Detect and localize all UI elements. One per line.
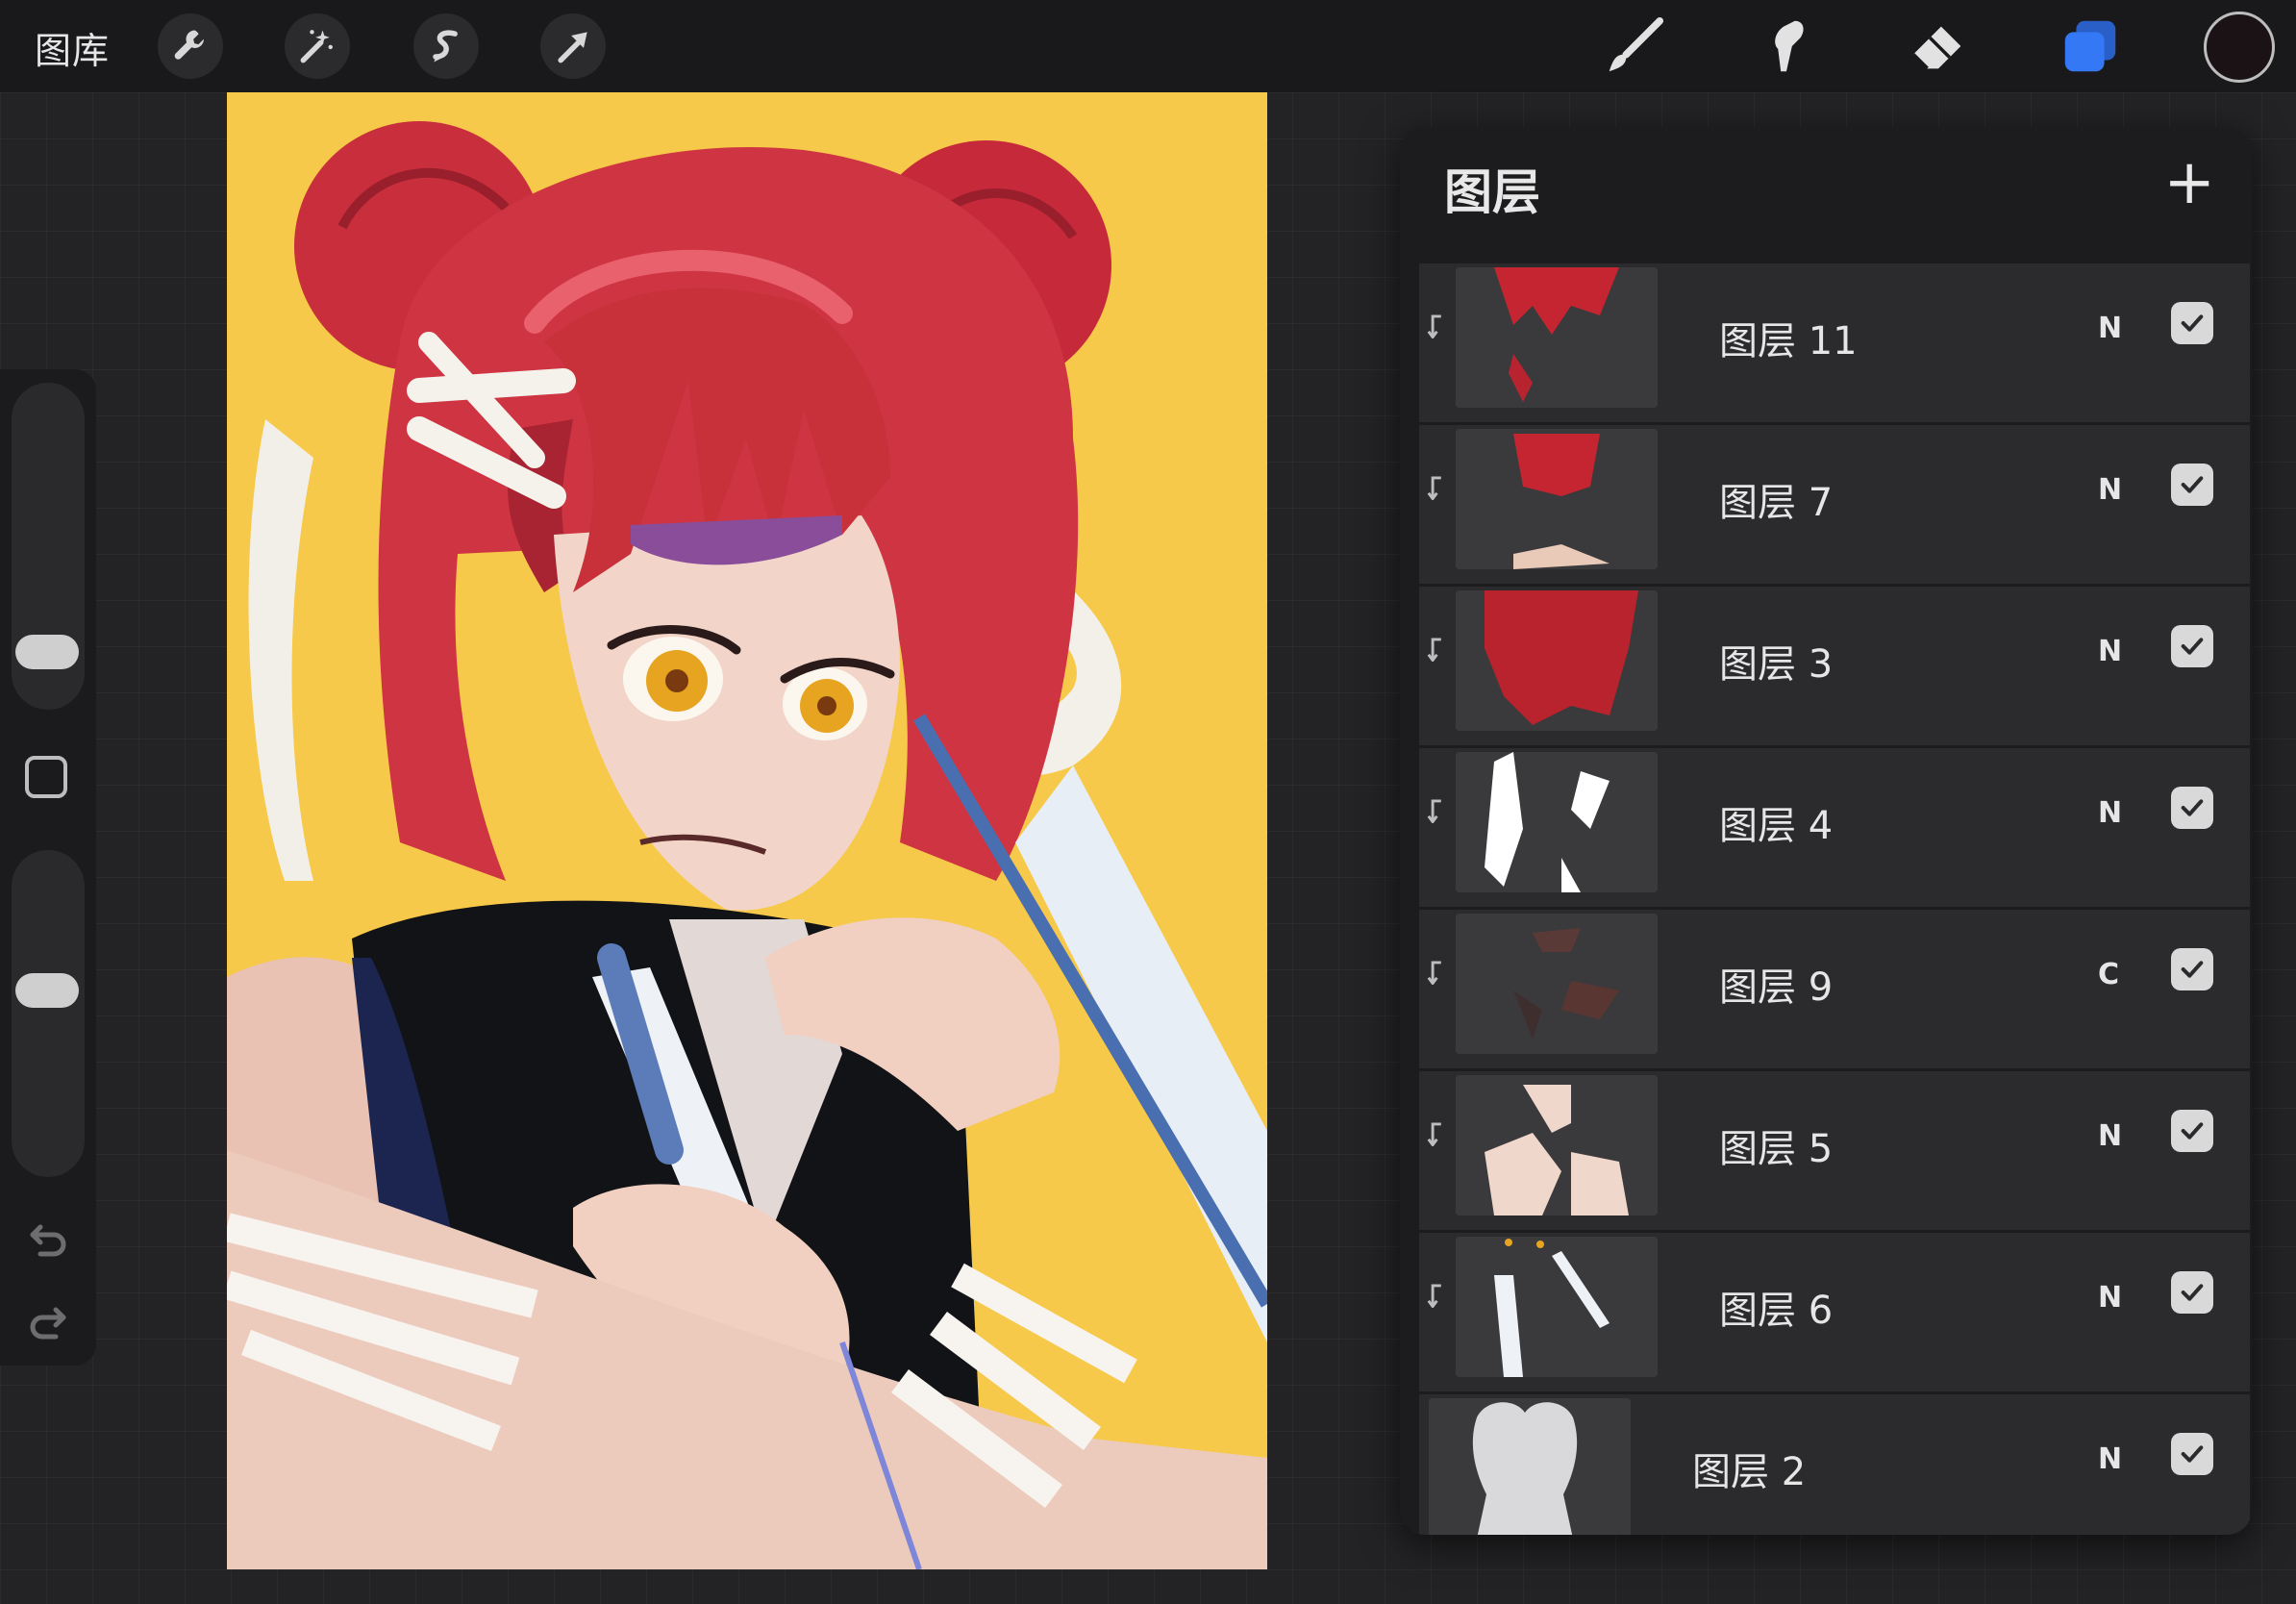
visibility-checkbox[interactable]: [2171, 948, 2213, 990]
layer-name: 图层 6: [1719, 1289, 1834, 1333]
checkmark-icon: [2181, 1445, 2204, 1463]
checkmark-icon: [2181, 638, 2204, 655]
layer-name: 图层 9: [1719, 965, 1834, 1010]
selection-icon: [433, 30, 458, 63]
visibility-checkbox[interactable]: [2171, 464, 2213, 506]
layer-name: 图层 7: [1719, 481, 1834, 525]
color-swatch[interactable]: [2204, 12, 2275, 83]
layer-list: 图层 11 N 图层 7 N 图层 3 N 图层 4 N 图层 9 C 图层 5…: [1419, 263, 2250, 1535]
layer-name: 图层 5: [1719, 1127, 1834, 1171]
blend-mode-button[interactable]: N: [2098, 635, 2122, 668]
checkmark-icon: [2181, 476, 2204, 493]
left-sidebar: [0, 369, 96, 1366]
drawing-canvas[interactable]: [227, 92, 1267, 1569]
layer-row[interactable]: 图层 11 N: [1419, 263, 2250, 422]
brush-size-slider[interactable]: [12, 383, 85, 710]
layer-thumbnail: [1456, 267, 1658, 408]
modify-button[interactable]: [25, 756, 67, 798]
visibility-checkbox[interactable]: [2171, 625, 2213, 667]
blend-mode-button[interactable]: N: [2098, 1119, 2122, 1153]
eraser-button[interactable]: [1902, 10, 1975, 83]
layer-name: 图层 3: [1719, 642, 1834, 687]
magic-wand-icon: [300, 30, 333, 63]
checkmark-icon: [2181, 314, 2204, 332]
clipping-mask-icon: [1427, 638, 1441, 662]
adjustments-button[interactable]: [285, 13, 350, 79]
smudge-icon: [1775, 20, 1804, 72]
opacity-thumb[interactable]: [15, 973, 79, 1008]
layer-row[interactable]: 图层 5 N: [1419, 1071, 2250, 1230]
visibility-checkbox[interactable]: [2171, 1271, 2213, 1314]
layer-thumbnail: [1456, 429, 1658, 569]
layers-button[interactable]: [2054, 10, 2127, 83]
undo-icon[interactable]: [25, 1216, 71, 1262]
clipping-mask-icon: [1427, 961, 1441, 985]
transform-arrow-icon: [558, 32, 587, 63]
add-layer-button[interactable]: +: [2163, 152, 2215, 213]
layer-row[interactable]: 图层 3 N: [1419, 587, 2250, 745]
layer-thumbnail: [1456, 752, 1658, 892]
smudge-button[interactable]: [1750, 10, 1823, 83]
visibility-checkbox[interactable]: [2171, 1433, 2213, 1475]
layer-row[interactable]: 图层 2 N: [1419, 1394, 2250, 1535]
artwork-illustration: [227, 92, 1267, 1569]
procreate-app: 图库 图层 + 图层 11 N 图层 7 N 图层 3 N 图层 4 N 图层 …: [0, 0, 2296, 1604]
brush-size-thumb[interactable]: [15, 635, 79, 669]
clipping-mask-icon: [1427, 1284, 1441, 1308]
layer-row[interactable]: 图层 9 C: [1419, 910, 2250, 1068]
visibility-checkbox[interactable]: [2171, 1110, 2213, 1152]
checkmark-icon: [2181, 1122, 2204, 1140]
layers-panel-title: 图层: [1444, 164, 1540, 220]
layer-row[interactable]: 图层 4 N: [1419, 748, 2250, 907]
layer-thumbnail: [1429, 1398, 1631, 1535]
actions-button[interactable]: [158, 13, 223, 79]
layers-panel: 图层 + 图层 11 N 图层 7 N 图层 3 N 图层 4 N 图层 9 C…: [1400, 127, 2252, 1535]
checkmark-icon: [2181, 799, 2204, 816]
brush-icon: [1609, 16, 1664, 72]
blend-mode-button[interactable]: N: [2098, 1281, 2122, 1315]
blend-mode-button[interactable]: N: [2098, 1442, 2122, 1476]
clipping-mask-icon: [1427, 1122, 1441, 1146]
gallery-button[interactable]: 图库: [35, 21, 110, 74]
clipping-mask-icon: [1427, 799, 1441, 823]
checkmark-icon: [2181, 1284, 2204, 1301]
clipping-mask-icon: [1427, 314, 1441, 338]
wrench-icon: [174, 30, 204, 60]
blend-mode-button[interactable]: C: [2098, 958, 2119, 991]
layer-name: 图层 11: [1719, 319, 1858, 363]
layer-thumbnail: [1456, 590, 1658, 731]
layer-thumbnail: [1456, 914, 1658, 1054]
eraser-icon: [1911, 26, 1961, 70]
layer-thumbnail: [1456, 1075, 1658, 1216]
layers-icon: [2064, 20, 2116, 72]
checkmark-icon: [2181, 961, 2204, 978]
visibility-checkbox[interactable]: [2171, 302, 2213, 344]
transform-button[interactable]: [540, 13, 606, 79]
blend-mode-button[interactable]: N: [2098, 796, 2122, 830]
brush-button[interactable]: [1598, 10, 1671, 83]
blend-mode-button[interactable]: N: [2098, 473, 2122, 507]
top-toolbar: 图库: [0, 0, 2296, 92]
layer-name: 图层 4: [1719, 804, 1834, 848]
layer-row[interactable]: 图层 7 N: [1419, 425, 2250, 584]
redo-icon[interactable]: [25, 1298, 71, 1344]
opacity-slider[interactable]: [12, 850, 85, 1177]
clipping-mask-icon: [1427, 476, 1441, 500]
layer-thumbnail: [1456, 1237, 1658, 1377]
layer-row[interactable]: 图层 6 N: [1419, 1233, 2250, 1391]
blend-mode-button[interactable]: N: [2098, 312, 2122, 345]
selection-button[interactable]: [413, 13, 479, 79]
layer-name: 图层 2: [1692, 1450, 1807, 1494]
visibility-checkbox[interactable]: [2171, 787, 2213, 829]
